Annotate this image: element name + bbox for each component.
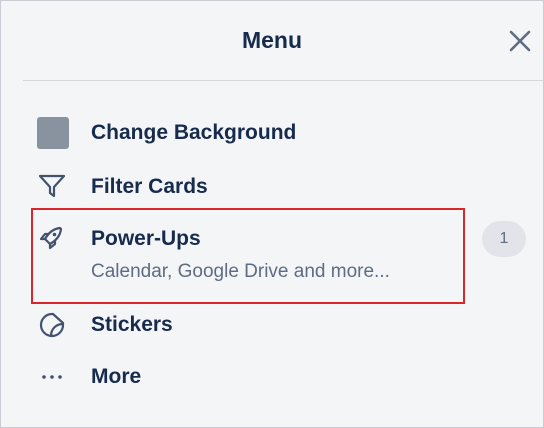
menu-title: Menu	[241, 27, 303, 53]
menu-panel: Menu Change Background Filter Cards Powe…	[0, 0, 544, 428]
close-icon	[509, 30, 531, 52]
filter-cards-label: Filter Cards	[91, 175, 208, 198]
filter-icon	[37, 172, 67, 205]
more-label: More	[91, 365, 142, 388]
menu-item-change-background[interactable]: Change Background	[31, 117, 471, 151]
menu-item-stickers[interactable]: Stickers	[31, 309, 471, 341]
menu-item-filter-cards[interactable]: Filter Cards	[31, 171, 471, 203]
background-swatch-icon	[37, 117, 69, 149]
sticker-icon	[37, 310, 67, 345]
header-divider	[23, 80, 543, 81]
power-ups-highlight	[31, 208, 465, 304]
stickers-label: Stickers	[91, 313, 173, 336]
power-ups-count-badge: 1	[482, 221, 526, 257]
menu-item-more[interactable]: More	[31, 361, 471, 393]
menu-header: Menu	[1, 1, 543, 81]
ellipsis-icon	[37, 367, 67, 392]
close-button[interactable]	[504, 25, 536, 57]
change-background-label: Change Background	[91, 121, 297, 144]
